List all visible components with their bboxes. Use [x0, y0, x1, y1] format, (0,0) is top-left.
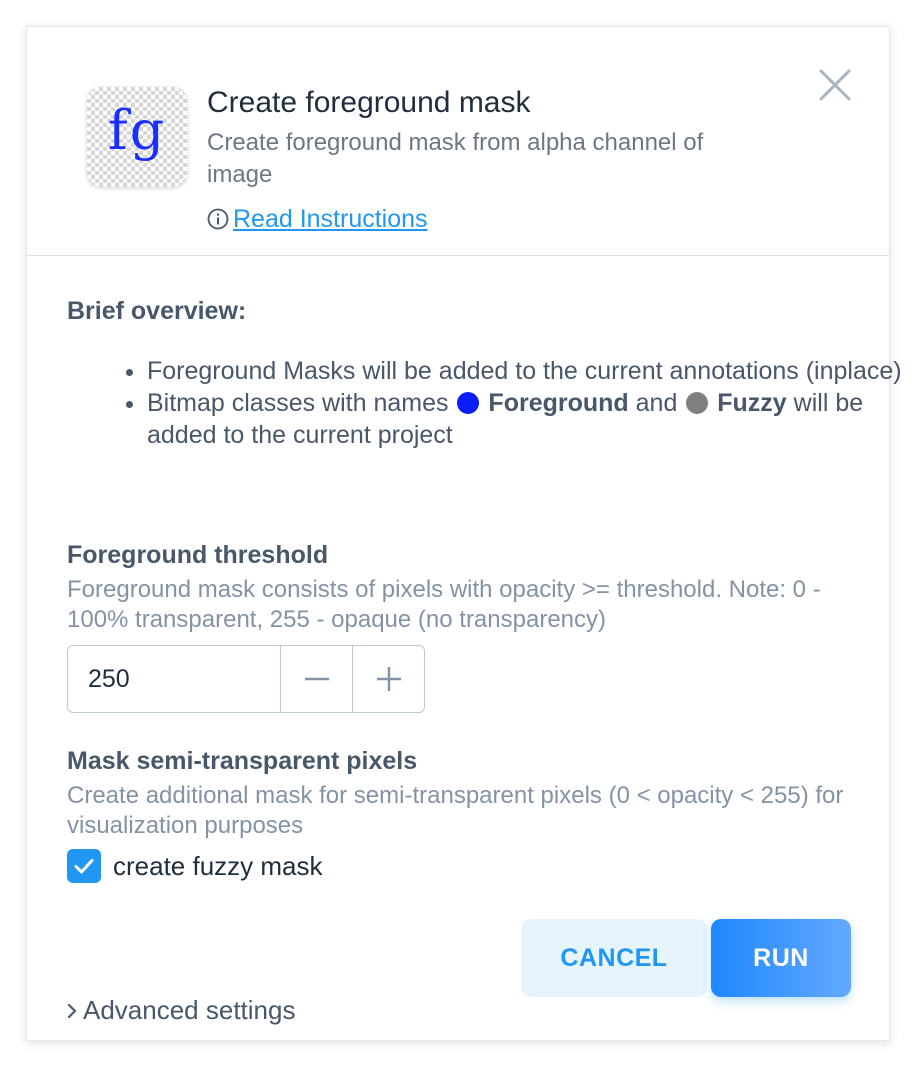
threshold-stepper: [67, 645, 425, 713]
foreground-class-name: Foreground: [488, 389, 629, 417]
cancel-button[interactable]: CANCEL: [521, 919, 707, 997]
chevron-right-icon: [67, 1003, 77, 1018]
fuzzy-mask-checkbox-label[interactable]: create fuzzy mask: [113, 849, 323, 883]
modal-dialog: fg Create foreground mask Create foregro…: [26, 26, 902, 1041]
increment-button[interactable]: [352, 646, 424, 712]
plus-icon: [376, 667, 401, 691]
overview-title: Brief overview:: [67, 297, 247, 325]
dialog-header: fg Create foreground mask Create foregro…: [27, 27, 889, 256]
bullet-2-prefix: Bitmap classes with names: [147, 389, 449, 417]
fuzzy-class-dot: [686, 392, 709, 414]
fuzzy-mask-checkbox[interactable]: [67, 849, 101, 883]
overview-list: Foreground Masks will be added to the cu…: [107, 355, 907, 451]
overview-bullet-2: Bitmap classes with names Foreground and…: [147, 387, 907, 451]
read-instructions-label[interactable]: Read Instructions: [233, 203, 428, 235]
minus-icon: [304, 677, 329, 681]
dialog-title: Create foreground mask: [207, 86, 531, 119]
advanced-settings-toggle[interactable]: Advanced settings: [65, 995, 295, 1026]
close-icon[interactable]: [815, 65, 855, 105]
app-icon-text: fg: [107, 99, 167, 162]
threshold-description: Foreground mask consists of pixels with …: [67, 576, 821, 633]
threshold-title: Foreground threshold: [67, 541, 329, 569]
mask-description: Create additional mask for semi-transpar…: [67, 782, 844, 839]
bullet-2-and: and: [635, 389, 678, 417]
fuzzy-mask-checkbox-row[interactable]: create fuzzy mask: [67, 849, 323, 883]
decrement-button[interactable]: [280, 646, 352, 712]
check-icon: [74, 859, 94, 874]
foreground-class-dot: [457, 392, 480, 414]
info-icon: [207, 208, 229, 230]
advanced-settings-label[interactable]: Advanced settings: [83, 995, 295, 1026]
read-instructions-link[interactable]: Read Instructions: [207, 203, 428, 235]
overview-bullet-1: Foreground Masks will be added to the cu…: [147, 355, 907, 387]
app-icon: fg: [87, 87, 187, 187]
run-button[interactable]: RUN: [711, 919, 851, 997]
threshold-input[interactable]: [68, 646, 280, 712]
dialog-subtitle: Create foreground mask from alpha channe…: [207, 129, 704, 188]
fuzzy-class-name: Fuzzy: [717, 389, 787, 417]
mask-title: Mask semi-transparent pixels: [67, 747, 418, 775]
